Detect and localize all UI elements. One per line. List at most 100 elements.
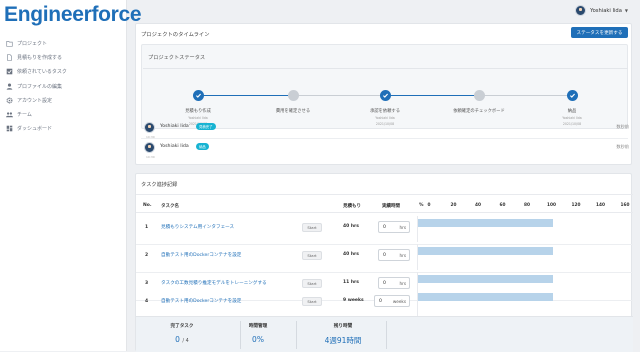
row-number: 1	[145, 225, 149, 230]
task-name-link[interactable]: 自動テスト用のDockerコンテナを設定	[161, 252, 241, 258]
sidebar-item-label: チーム	[17, 112, 32, 119]
pending-dot-icon	[473, 90, 485, 101]
entry-time: 10:30	[146, 135, 155, 139]
axis-tick-label: 20	[450, 203, 457, 208]
time-percent: 0%	[252, 335, 264, 344]
status-badge: 見積完了	[196, 123, 216, 130]
project-status-panel: プロジェクトステータス 見積もり作成 Yoshiaki Iida 2021/10…	[141, 44, 628, 129]
row-number: 4	[145, 299, 149, 304]
task-name-link[interactable]: 見積もりシステム用インタフェース	[161, 224, 234, 230]
summary-label: 完了タスク	[170, 324, 194, 329]
sidebar-item-edit-profile[interactable]: プロファイルの編集	[6, 79, 124, 93]
axis-tick-label: 0	[427, 203, 431, 208]
summary-label: 残り時間	[333, 324, 353, 329]
actual-time-unit: hrs	[399, 280, 406, 286]
sidebar-item-create-estimate[interactable]: 見積もりを作成する	[6, 50, 124, 64]
step-user: Yoshiaki Iida	[188, 116, 208, 120]
sidebar-item-requested-tasks[interactable]: 依頼されているタスク	[6, 65, 124, 79]
sidebar-item-dashboard[interactable]: ダッシュボード	[6, 122, 124, 136]
timeline-title: プロジェクトのタイムライン	[141, 32, 210, 38]
actual-time-unit: hrs	[399, 252, 406, 258]
task-name-link[interactable]: タスクの工数見積り推定モデルをトレーニングする	[161, 280, 267, 286]
step-user: Yoshiaki Iida	[375, 116, 395, 120]
axis-tick-label: 160	[620, 203, 630, 208]
step-label: 見積もり作成	[185, 109, 211, 114]
entry-relative-time: 数秒前	[616, 124, 629, 129]
actual-time-input[interactable]: 0 hrs	[378, 221, 410, 233]
completed-total: / 4	[182, 338, 189, 344]
entry-user-name: Yoshiaki Iida	[160, 144, 189, 149]
actual-time-unit: weeks	[392, 298, 406, 304]
actual-time-value: 0	[379, 298, 382, 304]
actual-time-value: 0	[383, 280, 386, 286]
summary-time: 時間管理 0%	[218, 323, 298, 344]
estimate-value: 40 hrs	[343, 252, 359, 257]
avatar	[144, 142, 155, 153]
actual-time-unit: hrs	[399, 224, 406, 230]
actual-time-input[interactable]: 0 hrs	[378, 249, 410, 261]
axis-tick-label: 40	[475, 203, 481, 208]
folder-icon	[6, 40, 13, 47]
status-step: 見積もり作成 Yoshiaki Iida 2021/10/08	[163, 90, 233, 126]
divider	[143, 68, 628, 69]
progress-bar	[418, 293, 553, 301]
start-button[interactable]: Start	[302, 223, 322, 232]
row-number: 3	[145, 281, 149, 286]
top-bar: Yoshiaki Iida ▼	[127, 0, 640, 22]
sidebar-item-label: プロファイルの編集	[17, 83, 63, 90]
status-step: 依頼確定のチェックボード	[444, 90, 514, 114]
actual-time-value: 0	[383, 224, 386, 230]
step-label: 費用を確定させる	[275, 109, 311, 114]
divider	[141, 138, 628, 139]
column-header-no: No.	[143, 203, 152, 208]
actual-time-value: 0	[383, 252, 386, 258]
sidebar-item-label: プロジェクト	[17, 40, 48, 47]
divider	[136, 194, 633, 195]
check-icon	[192, 90, 204, 101]
completed-count: 0	[175, 335, 180, 344]
actual-time-input[interactable]: 0 weeks	[374, 295, 410, 307]
estimate-value: 40 hrs	[343, 224, 359, 229]
sidebar-item-label: アカウント設定	[17, 97, 53, 104]
axis-tick-label: 100	[547, 203, 556, 208]
progress-track	[417, 244, 627, 270]
axis-tick-label: 140	[596, 203, 605, 208]
remaining-time: 4週91時間	[324, 336, 362, 345]
sidebar-item-account-settings[interactable]: アカウント設定	[6, 93, 124, 107]
user-icon	[6, 83, 13, 90]
progress-bar	[418, 219, 553, 227]
update-status-button[interactable]: ステータスを更新する	[571, 27, 628, 38]
check-icon	[566, 90, 578, 101]
progress-track	[417, 290, 627, 316]
task-name-link[interactable]: 自動テスト用のDockerコンテナを設定	[161, 298, 241, 304]
summary-label: 時間管理	[248, 324, 268, 329]
user-menu[interactable]: Yoshiaki Iida ▼	[575, 5, 628, 16]
start-button[interactable]: Start	[302, 251, 322, 260]
column-header-actual: 実績時間	[382, 204, 400, 209]
avatar	[144, 122, 155, 133]
sidebar-item-projects[interactable]: プロジェクト	[6, 36, 124, 50]
app-logo[interactable]: Engineerforce	[4, 3, 142, 27]
step-label: 承認を依頼する	[369, 109, 401, 114]
status-badge: 納品	[196, 143, 209, 150]
checkbox-icon	[6, 68, 13, 75]
step-label: 納品	[567, 109, 577, 114]
avatar	[575, 5, 587, 16]
start-button[interactable]: Start	[302, 297, 322, 306]
gear-icon	[6, 97, 13, 104]
table-row: 4 自動テスト用のDockerコンテナを設定 Start 9 weeks 0 we…	[136, 287, 633, 316]
sidebar-item-label: ダッシュボード	[17, 126, 53, 133]
status-step: 費用を確定させる	[258, 90, 328, 114]
entry-relative-time: 数秒前	[616, 144, 629, 149]
status-step: 承認を依頼する Yoshiaki Iida 2021/10/08	[350, 90, 420, 126]
check-icon	[379, 90, 391, 101]
axis-tick-label: 120	[571, 203, 581, 208]
progress-bar	[418, 247, 553, 255]
user-name: Yoshiaki Iida	[590, 7, 622, 14]
task-progress-card: タスク進捗記録 No. タスク名 見積もり 実績時間 % 0 20 40 60 80 10…	[135, 173, 633, 352]
sidebar-item-label: 見積もりを作成する	[17, 54, 63, 61]
sidebar-item-team[interactable]: チーム	[6, 107, 124, 121]
timeline-entry: Yoshiaki Iida 見積完了 10:30 数秒前	[144, 122, 629, 139]
task-summary: 完了タスク 0 / 4 時間管理 0% 残り時間 4週91時間	[136, 316, 633, 352]
axis-tick-label: 80	[524, 203, 530, 208]
